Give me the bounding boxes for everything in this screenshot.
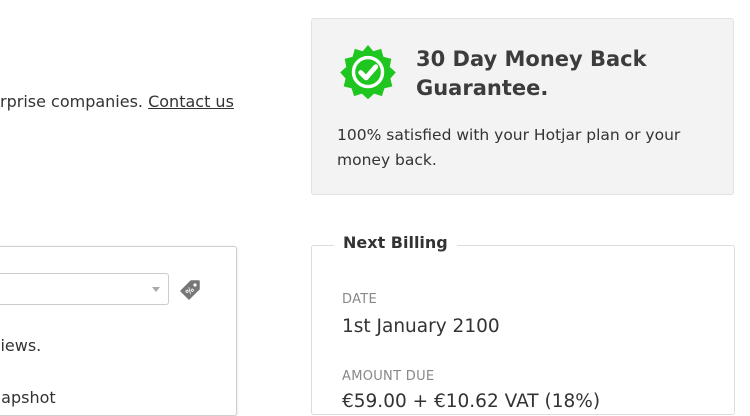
discount-tag-icon[interactable]: % — [178, 278, 202, 302]
next-billing-heading: Next Billing — [334, 233, 457, 252]
guarantee-title: 30 Day Money Back Guarantee. — [416, 47, 647, 100]
check-badge-icon — [340, 44, 396, 100]
money-back-guarantee-card: 30 Day Money Back Guarantee. 100% satisf… — [311, 18, 734, 195]
plan-options-card: % views. napshot — [0, 246, 237, 416]
guarantee-description: 100% satisfied with your Hotjar plan or … — [337, 126, 681, 169]
next-billing-card: Next Billing DATE 1st January 2100 AMOUN… — [311, 233, 735, 415]
chevron-down-icon — [152, 287, 160, 292]
contact-us-link[interactable]: Contact us — [148, 92, 234, 111]
views-text: views. — [0, 336, 42, 355]
enterprise-text: rprise companies. — [0, 92, 149, 111]
amount-due-label: AMOUNT DUE — [342, 369, 435, 384]
coupon-select[interactable] — [0, 273, 169, 305]
billing-date-value: 1st January 2100 — [342, 316, 500, 337]
billing-date-label: DATE — [342, 292, 378, 307]
enterprise-contact-text: rprise companies. Contact us — [0, 92, 234, 111]
amount-due-value: €59.00 + €10.62 VAT (18%) — [342, 391, 601, 412]
